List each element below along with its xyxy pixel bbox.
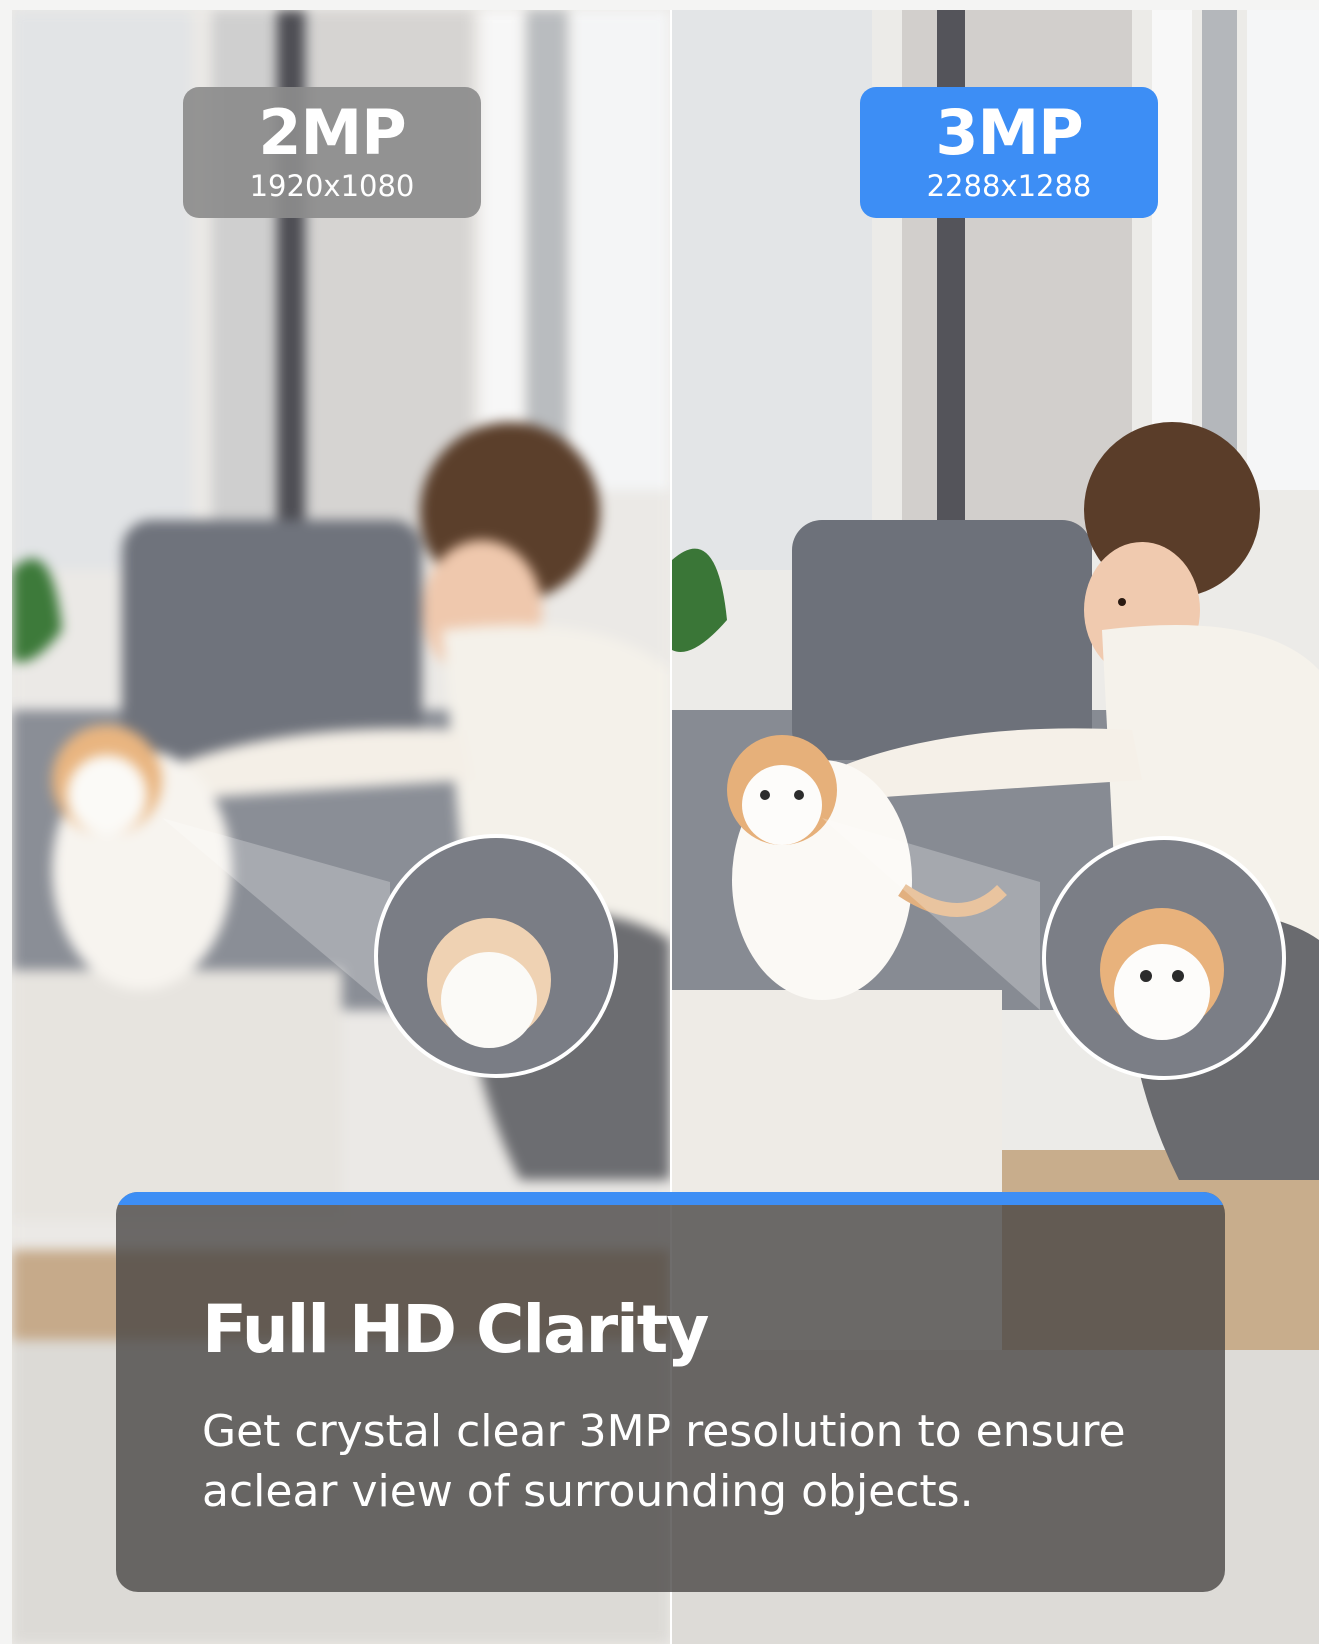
badge-2mp-label: 2MP xyxy=(258,96,406,169)
caption-body: Get crystal clear 3MP resolution to ensu… xyxy=(202,1406,1126,1517)
resolution-badge-2mp: 2MP 1920x1080 xyxy=(183,87,481,218)
resolution-badge-3mp: 3MP 2288x1288 xyxy=(860,87,1158,218)
badge-3mp-label: 3MP xyxy=(935,96,1083,169)
badge-3mp-dimensions: 2288x1288 xyxy=(926,169,1092,203)
caption-accent-bar xyxy=(116,1192,1225,1205)
caption-card: Full HD Clarity Get crystal clear 3MP re… xyxy=(116,1192,1225,1592)
badge-2mp-dimensions: 1920x1080 xyxy=(249,169,415,203)
caption-title: Full HD Clarity xyxy=(202,1291,709,1368)
